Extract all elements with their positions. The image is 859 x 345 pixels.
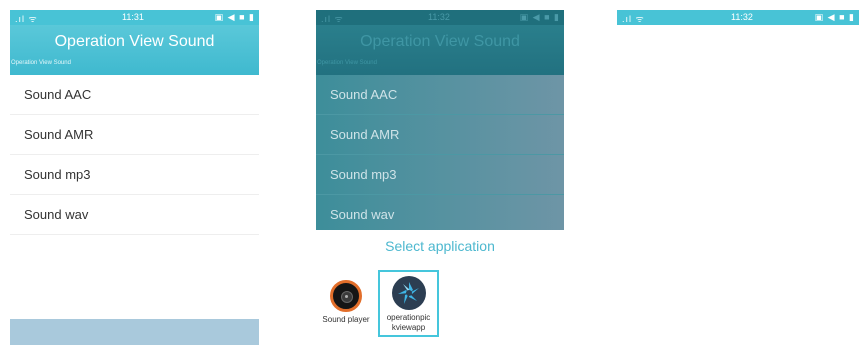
signal-wifi-icon: .ıl ᯤ: [321, 14, 344, 24]
page-subtitle: Operation View Sound: [317, 60, 377, 66]
signal-wifi-icon: .ıl ᯤ: [622, 14, 645, 24]
status-icons: ▣ ◀ ■ ▮: [214, 12, 255, 22]
status-icons: ▣ ◀ ■ ▮: [814, 12, 855, 22]
status-time: 11:31: [122, 12, 144, 22]
signal-wifi-icon: .ıl ᯤ: [15, 14, 38, 24]
sheet-title: Select application: [385, 238, 495, 254]
list-item-sound-aac: Sound AAC: [316, 75, 564, 115]
page-title: Operation View Sound: [360, 33, 520, 50]
app-option-label: Sound player: [322, 315, 370, 324]
phone-screen-3: .ıl ᯤ 11:32 ▣ ◀ ■ ▮: [617, 10, 859, 345]
app-bar-dimmed: Operation View Sound Operation View Soun…: [316, 25, 564, 75]
status-time: 11:32: [428, 12, 450, 22]
aperture-icon: [391, 276, 426, 310]
sound-list: Sound AAC Sound AMR Sound mp3 Sound wav: [10, 75, 259, 235]
app-bar: Operation View Sound Operation View Soun…: [10, 25, 259, 75]
list-item-sound-aac[interactable]: Sound AAC: [10, 75, 259, 115]
page-subtitle: Operation View Sound: [11, 60, 71, 66]
list-item-sound-wav[interactable]: Sound wav: [10, 195, 259, 235]
select-application-sheet: Select application Sound player operatio…: [316, 232, 564, 345]
phone-screen-1: .ıl ᯤ 11:31 ▣ ◀ ■ ▮ Operation View Sound…: [10, 10, 259, 345]
list-item-sound-amr[interactable]: Sound AMR: [10, 115, 259, 155]
list-item-sound-amr: Sound AMR: [316, 115, 564, 155]
status-time: 11:32: [731, 12, 753, 22]
status-bar: .ıl ᯤ 11:32 ▣ ◀ ■ ▮: [316, 10, 564, 25]
list-item-sound-wav: Sound wav: [316, 195, 564, 230]
bottom-bar: [10, 319, 259, 345]
page-title: Operation View Sound: [54, 33, 215, 50]
app-option-label: operationpic kviewapp: [386, 313, 431, 332]
app-option-operationpickviewapp[interactable]: operationpic kviewapp: [378, 270, 439, 337]
list-item-sound-mp3: Sound mp3: [316, 155, 564, 195]
vinyl-record-icon: [330, 280, 362, 312]
status-bar: .ıl ᯤ 11:32 ▣ ◀ ■ ▮: [617, 10, 859, 25]
status-icons: ▣ ◀ ■ ▮: [519, 12, 560, 22]
phone-screen-2: .ıl ᯤ 11:32 ▣ ◀ ■ ▮ Operation View Sound…: [316, 10, 564, 345]
list-item-sound-mp3[interactable]: Sound mp3: [10, 155, 259, 195]
sound-list-dimmed: Sound AAC Sound AMR Sound mp3 Sound wav: [316, 75, 564, 230]
app-option-sound-player[interactable]: Sound player: [316, 270, 376, 337]
status-bar: .ıl ᯤ 11:31 ▣ ◀ ■ ▮: [10, 10, 259, 25]
